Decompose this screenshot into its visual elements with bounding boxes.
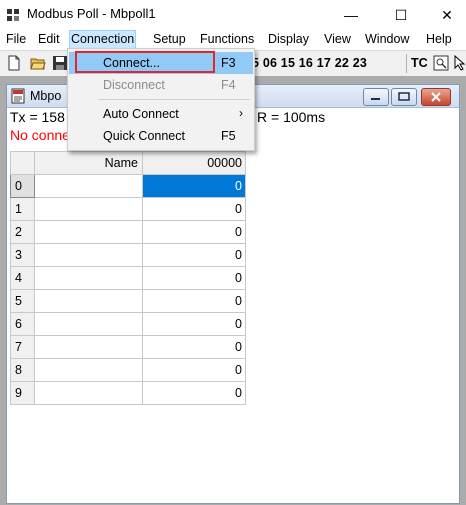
table-row[interactable]: 40	[10, 266, 246, 290]
maximize-button[interactable]: ☐	[378, 0, 424, 30]
value-cell[interactable]: 0	[142, 197, 246, 221]
row-index-header[interactable]: 7	[10, 335, 35, 359]
menu-item-disconnect-label: Disconnect	[103, 78, 165, 92]
menu-setup[interactable]: Setup	[152, 31, 187, 48]
child-restore-button[interactable]	[391, 88, 417, 106]
value-cell[interactable]: 0	[142, 220, 246, 244]
table-row[interactable]: 50	[10, 289, 246, 313]
tx-status: Tx = 158	[10, 109, 65, 125]
minimize-button[interactable]: —	[328, 0, 374, 30]
name-cell[interactable]	[34, 358, 143, 382]
value-cell[interactable]: 0	[142, 312, 246, 336]
value-column-header[interactable]: 00000	[142, 151, 246, 175]
minimize-icon	[371, 98, 380, 100]
name-cell[interactable]	[34, 220, 143, 244]
value-cell[interactable]: 0	[142, 289, 246, 313]
row-index-header[interactable]: 5	[10, 289, 35, 313]
menu-functions[interactable]: Functions	[199, 31, 255, 48]
name-cell[interactable]	[34, 381, 143, 405]
menu-item-auto-connect[interactable]: Auto Connect ›	[69, 103, 253, 125]
monitor-search-icon[interactable]	[433, 55, 449, 71]
value-cell[interactable]: 0	[142, 243, 246, 267]
menu-item-quick-connect-shortcut: F5	[221, 129, 236, 143]
menu-view[interactable]: View	[323, 31, 352, 48]
table-row[interactable]: 10	[10, 197, 246, 221]
menu-file[interactable]: File	[5, 31, 27, 48]
child-minimize-button[interactable]	[363, 88, 389, 106]
menu-item-quick-connect-label: Quick Connect	[103, 129, 185, 143]
row-index-header[interactable]: 3	[10, 243, 35, 267]
highlight-annotation-box	[75, 51, 215, 73]
window-title: Modbus Poll - Mbpoll1	[27, 6, 156, 21]
grid-body: 00102030405060708090	[10, 174, 246, 405]
menu-separator	[98, 99, 250, 100]
row-index-header[interactable]: 6	[10, 312, 35, 336]
menu-item-connect-shortcut: F3	[221, 56, 236, 70]
row-index-header[interactable]: 9	[10, 381, 35, 405]
toolbar-separator	[406, 54, 407, 73]
row-index-header[interactable]: 1	[10, 197, 35, 221]
name-cell[interactable]	[34, 243, 143, 267]
table-row[interactable]: 80	[10, 358, 246, 382]
menu-help[interactable]: Help	[425, 31, 453, 48]
new-document-icon[interactable]	[6, 55, 22, 71]
poll-window-title: Mbpo	[30, 89, 62, 103]
document-icon	[11, 88, 25, 104]
connection-error-status: No conne	[10, 127, 70, 143]
value-cell[interactable]: 0	[142, 358, 246, 382]
corner-header	[10, 151, 35, 175]
maximize-icon: ☐	[394, 6, 408, 23]
close-button[interactable]: ✕	[424, 0, 466, 30]
table-row[interactable]: 90	[10, 381, 246, 405]
menu-item-disconnect-shortcut: F4	[221, 78, 236, 92]
row-index-header[interactable]: 0	[10, 174, 35, 198]
open-folder-icon[interactable]	[30, 55, 46, 71]
menu-bar: File Edit Connection Setup Functions Dis…	[0, 30, 466, 49]
value-cell[interactable]: 0	[142, 335, 246, 359]
name-cell[interactable]	[34, 174, 143, 198]
menu-item-quick-connect[interactable]: Quick Connect F5	[69, 125, 253, 147]
table-row[interactable]: 70	[10, 335, 246, 359]
menu-item-auto-connect-label: Auto Connect	[103, 107, 179, 121]
title-bar: Modbus Poll - Mbpoll1 — ☐ ✕	[0, 0, 466, 30]
submenu-arrow-icon: ›	[239, 106, 243, 120]
help-pointer-icon[interactable]	[452, 55, 466, 71]
menu-connection[interactable]: Connection	[69, 30, 137, 49]
name-cell[interactable]	[34, 266, 143, 290]
tc-button[interactable]: TC	[411, 56, 428, 70]
row-index-header[interactable]: 2	[10, 220, 35, 244]
close-icon: ✕	[441, 6, 453, 23]
scan-rate-status: R = 100ms	[257, 109, 326, 125]
name-cell[interactable]	[34, 289, 143, 313]
name-cell[interactable]	[34, 197, 143, 221]
value-cell[interactable]: 0	[142, 381, 246, 405]
table-row[interactable]: 30	[10, 243, 246, 267]
name-column-header[interactable]: Name	[34, 151, 143, 175]
table-row[interactable]: 60	[10, 312, 246, 336]
value-cell[interactable]: 0	[142, 174, 246, 198]
restore-icon	[398, 92, 410, 101]
register-grid[interactable]: Name 00000 00102030405060708090	[10, 151, 246, 405]
value-cell[interactable]: 0	[142, 266, 246, 290]
function-code-buttons[interactable]: 5 06 15 16 17 22 23	[252, 56, 367, 70]
child-close-button[interactable]	[421, 88, 451, 106]
menu-edit[interactable]: Edit	[37, 31, 61, 48]
name-cell[interactable]	[34, 335, 143, 359]
close-icon	[431, 92, 441, 102]
row-index-header[interactable]: 4	[10, 266, 35, 290]
table-row[interactable]: 20	[10, 220, 246, 244]
modbus-poll-app-icon	[7, 9, 19, 21]
menu-item-disconnect: Disconnect F4	[69, 74, 253, 96]
menu-window[interactable]: Window	[364, 31, 410, 48]
menu-display[interactable]: Display	[267, 31, 310, 48]
name-cell[interactable]	[34, 312, 143, 336]
minimize-icon: —	[344, 7, 358, 23]
row-index-header[interactable]: 8	[10, 358, 35, 382]
table-row[interactable]: 00	[10, 174, 246, 198]
save-disk-icon[interactable]	[52, 55, 68, 71]
